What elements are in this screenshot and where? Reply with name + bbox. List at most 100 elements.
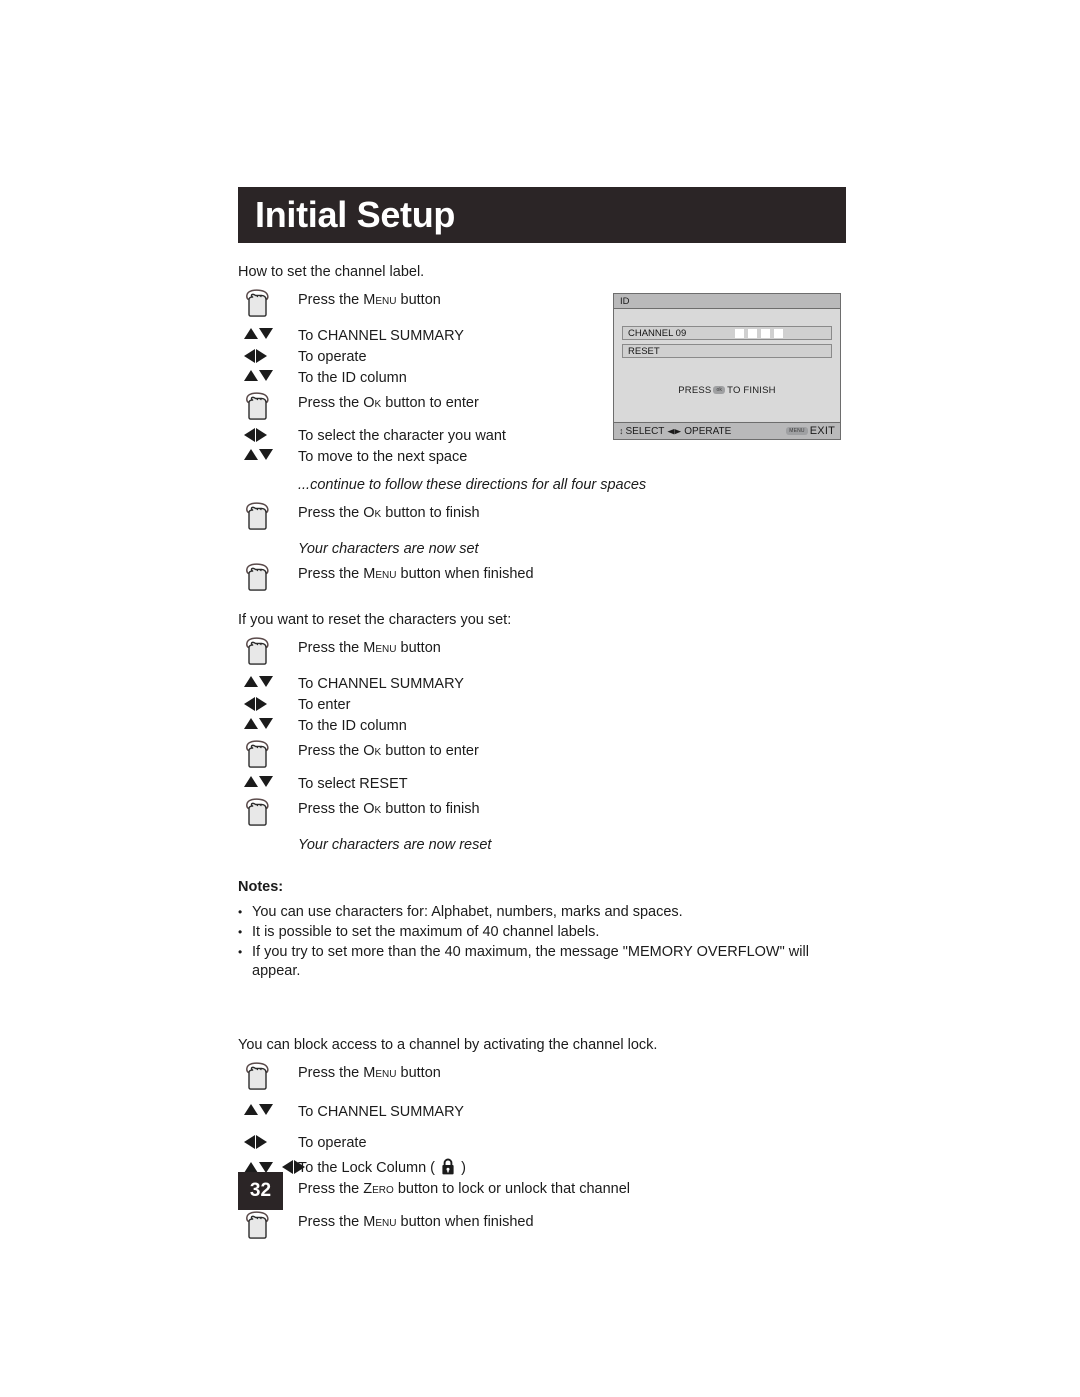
instruction-step-text: To CHANNEL SUMMARY xyxy=(298,676,464,692)
hand-press-icon xyxy=(244,502,271,531)
instruction-step-text: To the Lock Column ( ) xyxy=(298,1158,466,1176)
hand-press-icon xyxy=(244,740,271,769)
content-column: How to set the channel label. Press the … xyxy=(238,262,848,1240)
intro-reset: If you want to reset the characters you … xyxy=(238,612,512,628)
button-name: Menu xyxy=(363,1214,397,1230)
arrow-up-icon xyxy=(244,718,258,729)
instruction-step-text: Press the Ok button to enter xyxy=(298,395,479,411)
arrow-right-icon xyxy=(256,697,267,711)
instruction-step-text: Press the Menu button xyxy=(298,292,441,308)
instruction-step-icon xyxy=(238,446,298,460)
instruction-step: Press the Menu button when finished xyxy=(238,1211,848,1240)
up-down-arrows-icon xyxy=(244,715,273,729)
instruction-step-text: Press the Menu button when finished xyxy=(298,566,534,582)
instruction-step-text: To operate xyxy=(298,1135,367,1151)
button-name: Ok xyxy=(363,801,382,817)
instruction-step: To select the character you want xyxy=(238,425,848,446)
instruction-step-icon xyxy=(238,425,298,442)
instruction-step-text: To select RESET xyxy=(298,776,408,792)
arrow-left-icon xyxy=(244,428,255,442)
arrow-down-icon xyxy=(259,776,273,787)
bullet-icon: • xyxy=(238,925,243,939)
instruction-step: Press the Ok button to finish xyxy=(238,502,848,531)
page-header-banner: Initial Setup xyxy=(238,187,846,243)
instruction-step-icon xyxy=(238,1211,298,1240)
set-steps-list: Press the Menu button To CHANNEL SUMMARY T… xyxy=(238,289,848,592)
button-name: Zero xyxy=(363,1181,394,1197)
left-right-arrows-icon xyxy=(244,425,267,442)
instruction-step: To the Lock Column ( ) xyxy=(238,1157,848,1178)
bullet-icon: • xyxy=(238,945,243,959)
instruction-step-text: To select the character you want xyxy=(298,428,506,444)
instruction-step-icon xyxy=(238,392,298,421)
notes-list: • You can use characters for: Alphabet, n… xyxy=(238,903,848,981)
hand-press-icon xyxy=(244,563,271,592)
instruction-step-icon xyxy=(238,715,298,729)
instruction-step-text: Press the Ok button to enter xyxy=(298,743,479,759)
arrow-up-icon xyxy=(244,328,258,339)
instruction-step-icon xyxy=(238,563,298,592)
instruction-step-text: To the ID column xyxy=(298,718,407,734)
instruction-step: Press the Ok button to enter xyxy=(238,740,848,769)
hand-press-icon xyxy=(244,798,271,827)
instruction-step: Press the Zero button to lock or unlock … xyxy=(238,1178,848,1207)
hand-press-icon xyxy=(244,289,271,318)
arrow-down-icon xyxy=(259,718,273,729)
notes-title: Notes: xyxy=(238,879,284,895)
instruction-step-text: To CHANNEL SUMMARY xyxy=(298,1104,464,1120)
button-name: Menu xyxy=(363,292,397,308)
instruction-step-icon xyxy=(238,694,298,711)
button-name: Ok xyxy=(363,743,382,759)
page-number: 32 xyxy=(238,1172,283,1210)
button-name: Ok xyxy=(363,395,382,411)
instruction-step-icon xyxy=(238,637,298,666)
arrow-left-icon xyxy=(244,697,255,711)
instruction-step: To operate xyxy=(238,346,848,367)
button-name: Menu xyxy=(363,1065,397,1081)
arrow-right-icon xyxy=(256,349,267,363)
arrow-down-icon xyxy=(259,1104,273,1115)
arrow-left-icon xyxy=(244,349,255,363)
note-text: You can use characters for: Alphabet, nu… xyxy=(252,904,683,920)
instruction-step: Press the Menu button xyxy=(238,1062,848,1091)
arrow-down-icon xyxy=(259,449,273,460)
left-right-arrows-icon xyxy=(244,1132,267,1149)
manual-page: Initial Setup ID CHANNEL 09 RESET PRESS o… xyxy=(0,0,1080,1397)
instruction-step-text: To the ID column xyxy=(298,370,407,386)
hand-press-icon xyxy=(244,1211,271,1240)
up-down-arrows-icon xyxy=(244,325,273,339)
arrow-right-icon xyxy=(256,428,267,442)
up-down-arrows-icon xyxy=(244,367,273,381)
instruction-step-text: Your characters are now reset xyxy=(298,837,492,853)
instruction-step: Press the Ok button to finish xyxy=(238,798,848,827)
instruction-step-text: ...continue to follow these directions f… xyxy=(298,477,647,493)
intro-channel-label: How to set the channel label. xyxy=(238,264,425,280)
instruction-step: ...continue to follow these directions f… xyxy=(238,474,848,495)
left-right-arrows-icon xyxy=(244,346,267,363)
instruction-step: Your characters are now reset xyxy=(238,834,848,855)
intro-lock: You can block access to a channel by act… xyxy=(238,1037,658,1053)
instruction-step: Press the Ok button to enter xyxy=(238,392,848,421)
instruction-step-icon xyxy=(238,1062,298,1091)
up-down-arrows-icon xyxy=(244,1101,273,1115)
up-down-arrows-icon xyxy=(244,773,273,787)
arrow-up-icon xyxy=(244,776,258,787)
instruction-step-text: Press the Menu button when finished xyxy=(298,1214,534,1230)
arrow-left-icon xyxy=(282,1160,293,1174)
instruction-step-icon xyxy=(238,740,298,769)
instruction-step-icon xyxy=(238,1101,298,1115)
page-title: Initial Setup xyxy=(255,194,456,235)
arrow-up-icon xyxy=(244,1161,258,1173)
arrow-down-icon xyxy=(259,328,273,339)
instruction-step-icon xyxy=(238,1132,298,1149)
reset-steps-list: Press the Menu button To CHANNEL SUMMARY T… xyxy=(238,637,848,855)
instruction-step-icon xyxy=(238,346,298,363)
arrow-up-icon xyxy=(244,370,258,381)
instruction-step: To enter xyxy=(238,694,848,715)
instruction-step-text: To CHANNEL SUMMARY xyxy=(298,328,464,344)
instruction-step: Your characters are now set xyxy=(238,538,848,559)
arrow-up-icon xyxy=(244,676,258,687)
up-down-arrows-icon xyxy=(244,446,273,460)
hand-press-icon xyxy=(244,637,271,666)
note-item: • It is possible to set the maximum of 40… xyxy=(238,923,848,942)
